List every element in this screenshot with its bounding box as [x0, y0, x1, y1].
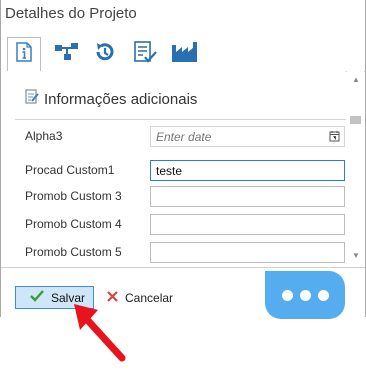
section-title: Informações adicionais — [44, 90, 198, 108]
edit-document-icon — [25, 89, 39, 109]
cancel-label: Cancelar — [125, 290, 174, 305]
text-field[interactable] — [150, 214, 345, 235]
chat-widget-button[interactable] — [265, 271, 345, 319]
field-label: Promob Custom 4 — [25, 217, 122, 231]
field-label: Procad Custom1 — [25, 163, 115, 177]
field-row-promob-custom3: Promob Custom 3 — [25, 186, 345, 208]
date-field[interactable] — [150, 126, 345, 147]
tab-checklist[interactable] — [129, 39, 161, 69]
details-panel: Informações adicionais Alpha3 Procad Cus… — [1, 71, 346, 266]
section-divider — [15, 119, 346, 120]
hierarchy-icon — [54, 42, 80, 67]
tab-info[interactable] — [7, 37, 41, 72]
checklist-icon — [132, 40, 158, 69]
tab-history[interactable] — [89, 39, 121, 69]
vertical-scrollbar[interactable]: ▲ ▼ — [347, 71, 364, 266]
checkmark-icon — [30, 290, 44, 305]
field-label: Alpha3 — [25, 129, 63, 143]
scroll-thumb[interactable] — [350, 116, 361, 124]
text-input[interactable] — [156, 243, 334, 262]
scroll-down-icon[interactable]: ▼ — [352, 251, 360, 260]
factory-icon — [171, 41, 199, 68]
history-icon — [93, 40, 117, 69]
field-label: Promob Custom 3 — [25, 189, 122, 203]
field-row-alpha3: Alpha3 — [25, 126, 345, 148]
section-header: Informações adicionais — [25, 89, 197, 109]
field-row-promob-custom5: Promob Custom 5 — [25, 242, 345, 264]
date-input[interactable] — [156, 127, 306, 146]
text-input[interactable] — [156, 187, 334, 206]
text-input[interactable] — [156, 215, 334, 234]
calendar-icon[interactable] — [329, 130, 340, 145]
field-row-promob-custom4: Promob Custom 4 — [25, 214, 345, 236]
text-field[interactable] — [150, 160, 345, 181]
tab-bar — [1, 35, 365, 72]
tab-factory[interactable] — [169, 39, 201, 69]
info-icon — [15, 42, 33, 67]
text-input[interactable] — [156, 161, 334, 180]
chat-bubble-icon — [281, 289, 329, 301]
text-field[interactable] — [150, 242, 345, 263]
field-label: Promob Custom 5 — [25, 245, 122, 259]
window-title: Detalhes do Projeto — [5, 5, 137, 22]
field-row-procad-custom1: Procad Custom1 — [25, 160, 345, 182]
text-field[interactable] — [150, 186, 345, 207]
tab-hierarchy[interactable] — [51, 39, 83, 69]
project-details-window: Detalhes do Projeto Informações adiciona… — [0, 0, 366, 317]
scroll-up-icon[interactable]: ▲ — [352, 75, 360, 84]
annotation-arrow-icon — [70, 300, 130, 367]
